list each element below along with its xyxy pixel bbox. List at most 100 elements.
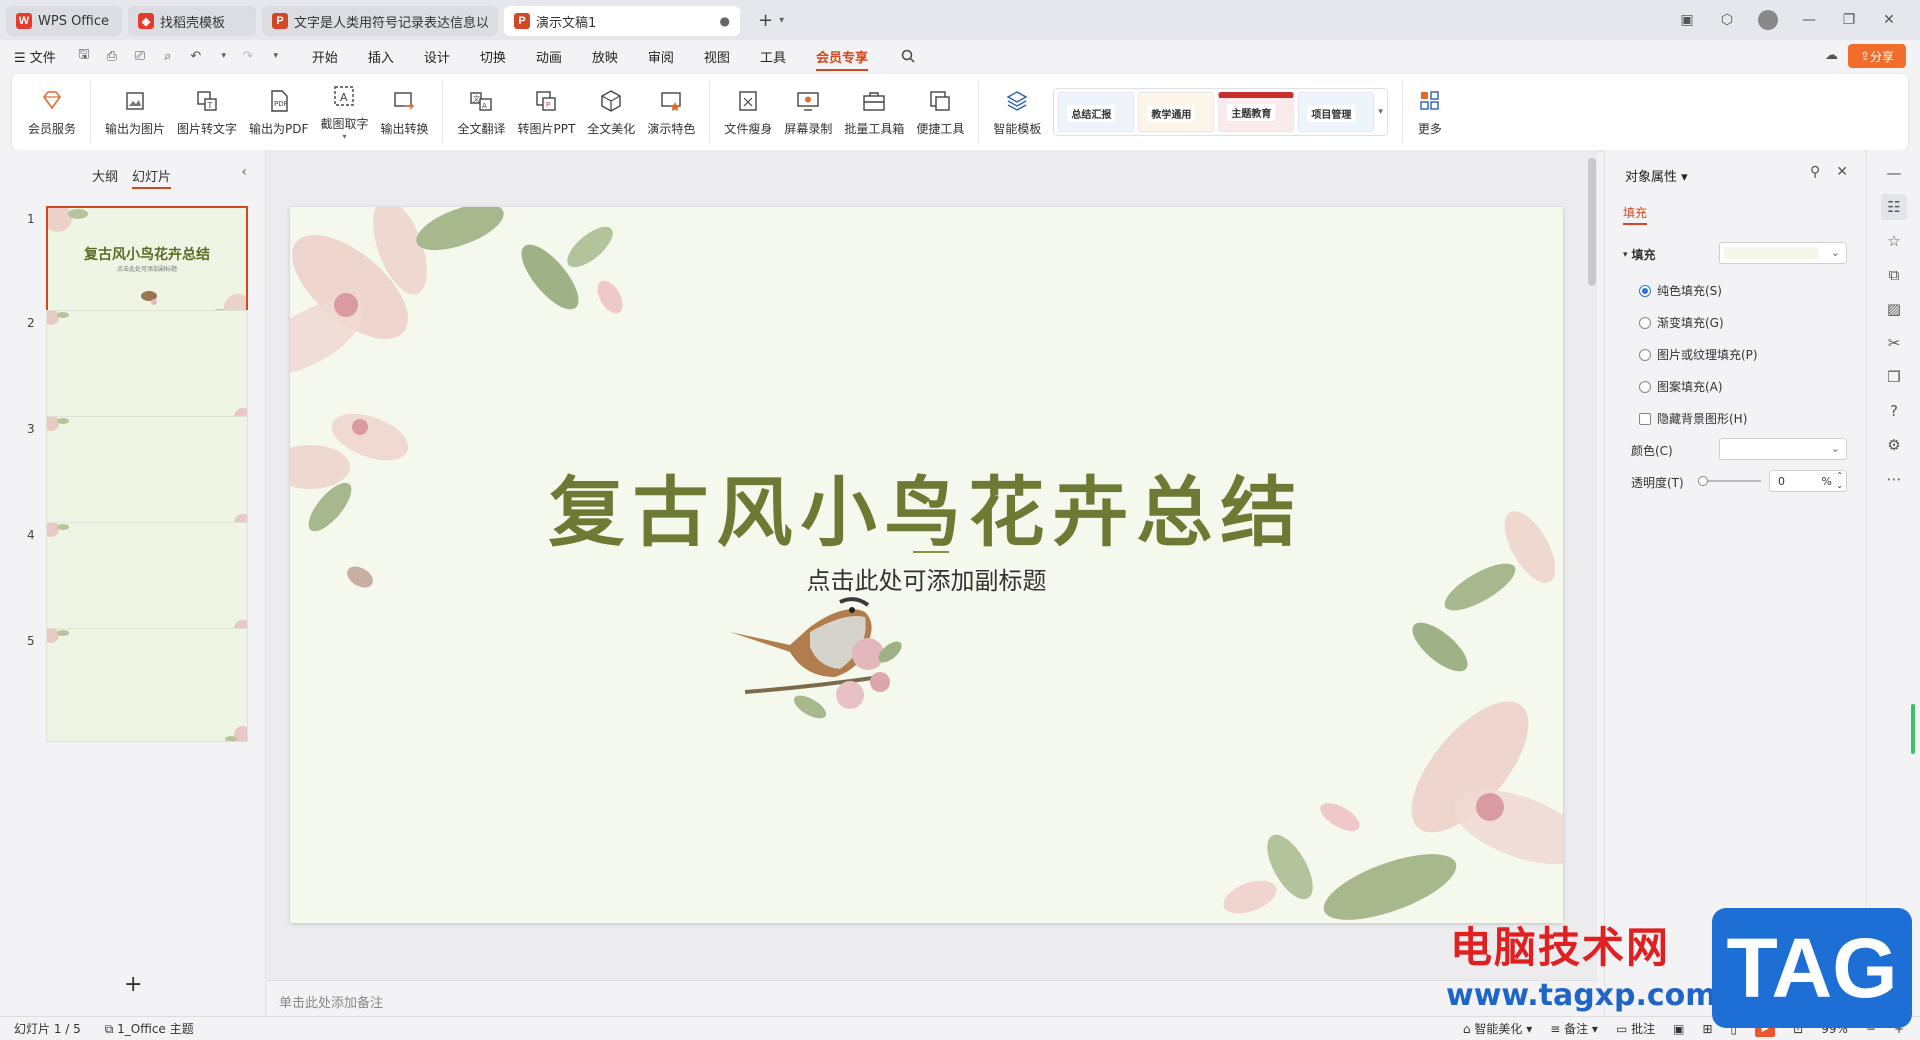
- quick-tools-button[interactable]: 便捷工具: [910, 77, 970, 147]
- menu-tools[interactable]: 工具: [760, 47, 786, 66]
- properties-title[interactable]: 对象属性 ▾: [1625, 166, 1688, 185]
- menu-review[interactable]: 审阅: [648, 47, 674, 66]
- ribbon-label: 会员服务: [28, 121, 77, 136]
- screen-record-button[interactable]: 屏幕录制: [778, 77, 838, 147]
- menu-animations[interactable]: 动画: [536, 47, 562, 66]
- print-icon[interactable]: ⎚: [130, 46, 150, 66]
- template-theme-education[interactable]: 主题教育: [1218, 92, 1295, 132]
- slider-handle[interactable]: [1698, 476, 1708, 486]
- restore-icon[interactable]: ❐: [1840, 11, 1858, 29]
- vertical-scrollbar[interactable]: [1588, 158, 1596, 286]
- minimize-icon[interactable]: —: [1800, 11, 1818, 29]
- beautify-all-button[interactable]: 全文美化: [581, 77, 641, 147]
- minimize-panel-icon[interactable]: —: [1881, 160, 1907, 186]
- stepper-icon[interactable]: ⌃ ⌄: [1836, 471, 1843, 491]
- template-teaching[interactable]: 教学通用: [1138, 92, 1215, 132]
- fill-preset-dropdown[interactable]: ⌄: [1719, 242, 1847, 264]
- batch-toolbox-button[interactable]: 批量工具箱: [838, 77, 910, 147]
- undo-icon[interactable]: ↶: [186, 46, 206, 66]
- book-icon[interactable]: ❒: [1881, 364, 1907, 390]
- slide-canvas[interactable]: 复古风小鸟花卉总结 点击此处可添加副标题: [290, 207, 1563, 923]
- notes-pane[interactable]: 单击此处添加备注: [267, 980, 1597, 1016]
- tab-outline[interactable]: 大纲: [92, 166, 118, 189]
- thumb-subtitle: 点击此处可添加副标题: [116, 266, 177, 273]
- slide-subtitle-placeholder[interactable]: 点击此处可添加副标题: [290, 561, 1563, 596]
- help-icon[interactable]: ?: [1881, 398, 1907, 424]
- menu-view[interactable]: 视图: [704, 47, 730, 66]
- slide-title[interactable]: 复古风小鸟花卉总结: [290, 451, 1563, 561]
- file-slim-button[interactable]: 文件瘦身: [718, 77, 778, 147]
- slide-thumbnail-5[interactable]: [46, 628, 248, 742]
- option-solid-fill[interactable]: 纯色填充(S): [1639, 282, 1722, 299]
- screenshot-ocr-button[interactable]: A 截图取字 ▾: [314, 77, 374, 147]
- color-dropdown[interactable]: ⌄: [1719, 438, 1847, 460]
- slide-thumbnail-2[interactable]: [46, 310, 248, 424]
- image-to-text-button[interactable]: T 图片转文字: [171, 77, 243, 147]
- option-gradient-fill[interactable]: 渐变填充(G): [1639, 314, 1724, 331]
- close-icon[interactable]: ✕: [1836, 164, 1848, 180]
- member-service-button[interactable]: 会员服务: [22, 77, 82, 147]
- slide-thumbnail-1[interactable]: 复古风小鸟花卉总结 点击此处可添加副标题: [46, 206, 248, 320]
- more-icon[interactable]: ⋯: [1881, 466, 1907, 492]
- properties-sliders-icon[interactable]: ☷: [1881, 194, 1907, 220]
- tab-presentation-active[interactable]: P 演示文稿1 ●: [504, 6, 740, 36]
- tools-icon[interactable]: ✂: [1881, 330, 1907, 356]
- menu-design[interactable]: 设计: [424, 47, 450, 66]
- image-edit-icon[interactable]: ▨: [1881, 296, 1907, 322]
- layout-icon[interactable]: ▣: [1678, 11, 1696, 29]
- fill-section-header[interactable]: ▾ 填充: [1623, 246, 1656, 263]
- save-icon[interactable]: 🖫: [74, 46, 94, 66]
- convert-image-ppt-button[interactable]: P 转图片PPT: [511, 77, 581, 147]
- menu-slideshow[interactable]: 放映: [592, 47, 618, 66]
- cube-icon[interactable]: ⬡: [1718, 11, 1736, 29]
- template-project-management[interactable]: 项目管理: [1298, 92, 1375, 132]
- menu-home[interactable]: 开始: [312, 47, 338, 66]
- tab-slides[interactable]: 幻灯片: [132, 166, 172, 189]
- redo-icon[interactable]: ↷: [238, 46, 258, 66]
- search-icon[interactable]: [898, 46, 918, 66]
- slide-thumbnail-3[interactable]: [46, 416, 248, 530]
- transparency-input[interactable]: 0 % ⌃ ⌄: [1769, 470, 1847, 492]
- share-button[interactable]: ⇪ 分享: [1848, 44, 1906, 68]
- theme-name[interactable]: ⧉ 1_Office 主题: [105, 1020, 194, 1037]
- cloud-icon[interactable]: ☁: [1825, 48, 1838, 63]
- layers-icon[interactable]: ⧉: [1881, 262, 1907, 288]
- export-pdf-button[interactable]: PDF 输出为PDF: [243, 77, 314, 147]
- transparency-slider[interactable]: [1698, 476, 1761, 486]
- export-image-button[interactable]: 输出为图片: [99, 77, 171, 147]
- collapse-panel-icon[interactable]: ‹: [241, 164, 247, 180]
- export-icon[interactable]: ⎙: [102, 46, 122, 66]
- file-menu[interactable]: ☰ 文件: [14, 47, 56, 66]
- star-icon[interactable]: ☆: [1881, 228, 1907, 254]
- tab-list-chevron-icon[interactable]: ▾: [779, 15, 784, 26]
- template-summary[interactable]: 总结汇报: [1058, 92, 1135, 132]
- avatar[interactable]: [1758, 10, 1778, 30]
- close-icon[interactable]: ✕: [1880, 11, 1898, 29]
- option-pattern-fill[interactable]: 图案填充(A): [1639, 378, 1723, 395]
- full-translate-button[interactable]: 文A 全文翻译: [451, 77, 511, 147]
- print-preview-icon[interactable]: ⌕: [158, 46, 178, 66]
- tab-document[interactable]: P 文字是人类用符号记录表达信息以传: [262, 6, 498, 36]
- tab-modified-dot-icon[interactable]: ●: [712, 14, 730, 28]
- add-slide-button[interactable]: +: [124, 972, 142, 997]
- export-convert-button[interactable]: 输出转换: [374, 77, 434, 147]
- more-button[interactable]: 更多: [1411, 77, 1449, 147]
- undo-chevron-icon[interactable]: ▾: [214, 46, 234, 66]
- option-picture-fill[interactable]: 图片或纹理填充(P): [1639, 346, 1758, 363]
- menu-transitions[interactable]: 切换: [480, 47, 506, 66]
- new-tab-button[interactable]: +: [758, 10, 773, 31]
- pin-icon[interactable]: ⚲: [1810, 164, 1820, 180]
- menu-member[interactable]: 会员专享: [815, 47, 868, 71]
- tab-fill[interactable]: 填充: [1623, 204, 1648, 225]
- presentation-features-button[interactable]: 演示特色: [641, 77, 701, 147]
- tab-wps-office[interactable]: W WPS Office: [6, 6, 122, 36]
- template-gallery-expand-icon[interactable]: ▾: [1378, 107, 1383, 117]
- share-settings-icon[interactable]: ⚙: [1881, 432, 1907, 458]
- tab-docer-templates[interactable]: ◈ 找稻壳模板: [128, 6, 256, 36]
- slide-thumbnail-4[interactable]: [46, 522, 248, 636]
- hide-background-checkbox[interactable]: 隐藏背景图形(H): [1639, 410, 1747, 427]
- ribbon-label: 批量工具箱: [844, 121, 905, 136]
- smart-template-button[interactable]: 智能模板: [987, 77, 1047, 147]
- menu-insert[interactable]: 插入: [368, 47, 394, 66]
- quick-access-chevron-icon[interactable]: ▾: [266, 46, 286, 66]
